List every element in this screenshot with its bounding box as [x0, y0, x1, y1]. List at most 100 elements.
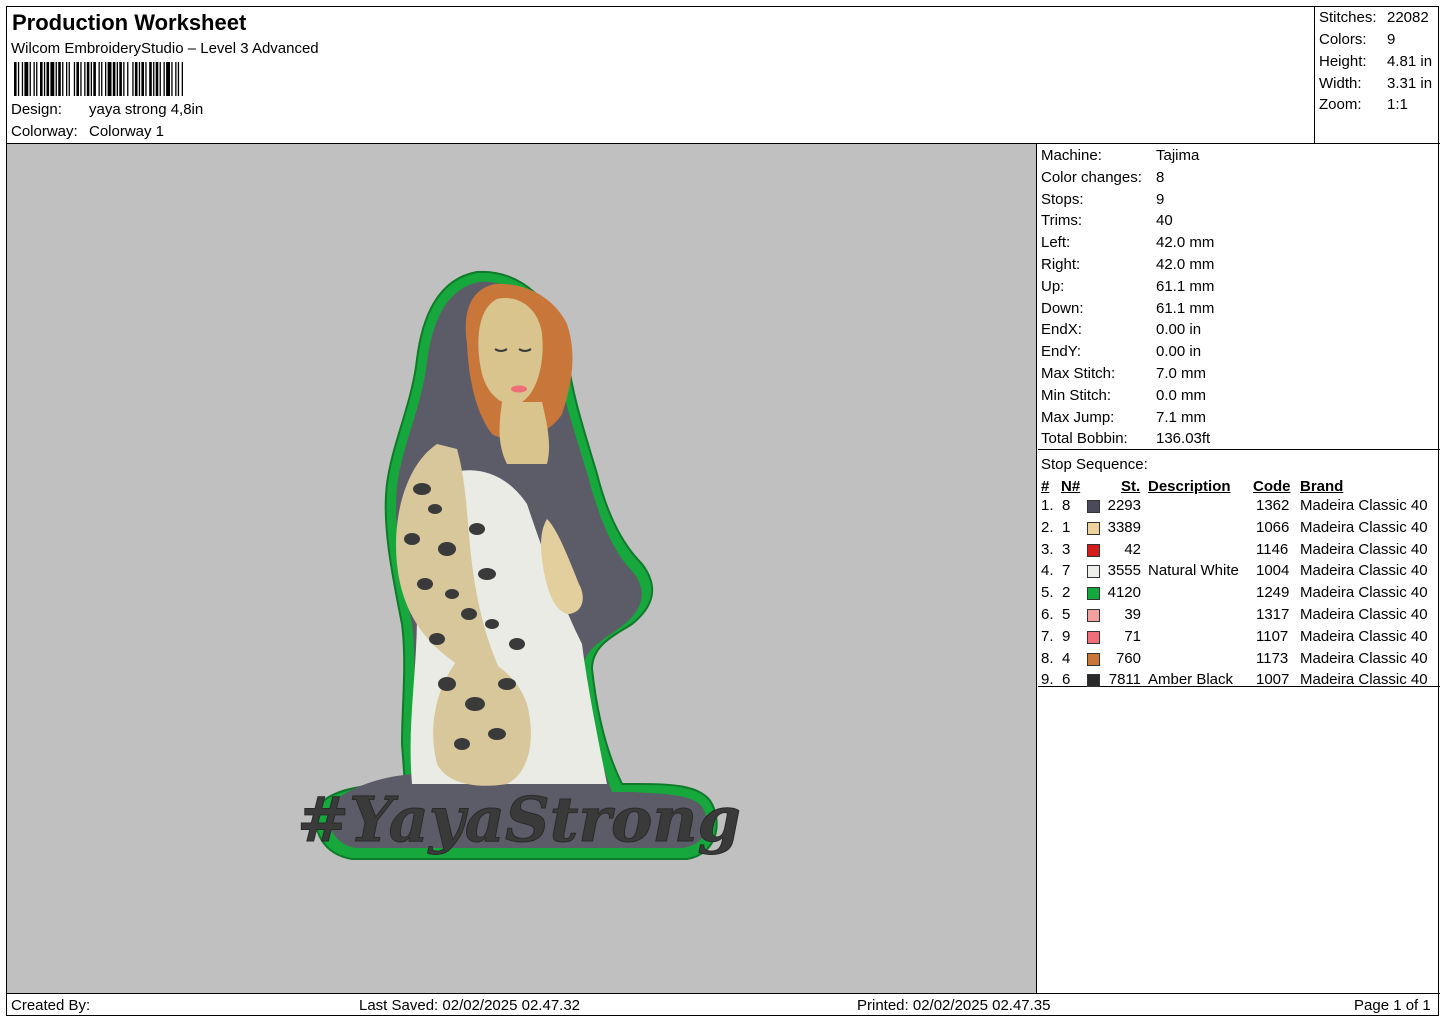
- stitch-count: 760: [1115, 649, 1141, 667]
- leopard-spot: [417, 578, 433, 590]
- stitch-count: 39: [1124, 606, 1141, 623]
- machine-info-value: 0.00 in: [1156, 343, 1202, 361]
- last-saved: Last Saved: 02/02/2025 02.47.32: [359, 997, 581, 1014]
- needle-num: 7: [1062, 562, 1071, 580]
- barcode-bar: [101, 62, 103, 96]
- leopard-spot: [404, 533, 420, 545]
- color-swatch: [1087, 587, 1100, 601]
- stitch-count: 3389: [1107, 518, 1141, 536]
- barcode-bar: [141, 62, 144, 96]
- stitch-count: 2293: [1107, 497, 1141, 514]
- machine-info-value: 7.1 mm: [1156, 408, 1207, 426]
- machine-info-label: Color changes:: [1041, 168, 1142, 186]
- needle-num: 8: [1062, 497, 1071, 514]
- machine-info-value: Tajima: [1156, 147, 1200, 164]
- barcode-bar: [105, 62, 107, 96]
- stat-value: 1:1: [1387, 96, 1408, 113]
- barcode-bar: [138, 62, 141, 96]
- stat-value: 22082: [1387, 9, 1429, 26]
- thread-code: 1066: [1256, 518, 1290, 536]
- thread-code: 1107: [1256, 627, 1289, 645]
- stop-num: 4.: [1041, 562, 1054, 580]
- leopard-spot: [478, 568, 496, 580]
- machine-info-value: 136.03ft: [1156, 430, 1211, 448]
- barcode-bar: [119, 62, 122, 96]
- thread-brand: Madeira Classic 40: [1300, 584, 1428, 602]
- stitch-count: 3555: [1107, 562, 1141, 580]
- barcode-bar: [62, 62, 64, 96]
- page-number: Page 1 of 1: [1354, 997, 1431, 1014]
- machine-info-label: Up:: [1041, 277, 1065, 295]
- barcode-bar: [127, 62, 129, 96]
- machine-info-label: Total Bobbin:: [1041, 430, 1128, 448]
- barcode-bar: [21, 62, 24, 96]
- needle-num: 6: [1062, 671, 1071, 689]
- stop-num: 2.: [1041, 518, 1054, 536]
- color-swatch: [1087, 543, 1100, 557]
- stop-num: 3.: [1041, 540, 1054, 558]
- stat-zoom: Zoom: 1:1: [1319, 96, 1408, 113]
- machine-info-label: Right:: [1041, 256, 1081, 273]
- printed-date: Printed: 02/02/2025 02.47.35: [857, 997, 1051, 1014]
- stop-num: 6.: [1041, 606, 1054, 623]
- worksheet-footer: Created By: Last Saved: 02/02/2025 02.47…: [7, 993, 1440, 1016]
- barcode-bar: [112, 62, 116, 96]
- barcode-bar: [175, 62, 177, 96]
- barcode-bar: [29, 62, 31, 96]
- barcode: [14, 62, 183, 96]
- barcode-bar: [50, 62, 55, 96]
- barcode-bar: [134, 62, 138, 96]
- barcode-bar: [98, 62, 100, 96]
- color-swatch: [1087, 609, 1100, 622]
- design-value: yaya strong 4,8in: [89, 101, 204, 118]
- machine-info-label: Min Stitch:: [1041, 386, 1112, 404]
- leopard-spot: [428, 504, 442, 514]
- barcode-bar: [46, 62, 50, 96]
- col-header-code: Code: [1253, 478, 1291, 495]
- barcode-bar: [116, 62, 118, 96]
- barcode-bar: [145, 62, 147, 96]
- machine-info-label: EndY:: [1041, 343, 1082, 361]
- thread-code: 1173: [1256, 649, 1289, 667]
- barcode-bar: [132, 62, 134, 96]
- machine-info-label: Max Jump:: [1041, 408, 1115, 426]
- thread-code: 1007: [1256, 671, 1290, 689]
- barcode-bar: [123, 62, 125, 96]
- machine-info-value: 61.1 mm: [1156, 277, 1215, 295]
- thread-brand: Madeira Classic 40: [1300, 562, 1428, 580]
- leopard-spot: [429, 633, 445, 645]
- col-header-st: St.: [1121, 478, 1141, 495]
- thread-brand: Madeira Classic 40: [1300, 627, 1428, 645]
- col-header-num: #: [1041, 478, 1050, 495]
- needle-num: 9: [1062, 627, 1071, 645]
- stop-num: 8.: [1041, 649, 1054, 667]
- stop-sequence-row: 5. 2 4120 1249 Madeira Classic 40: [1038, 584, 1440, 606]
- barcode-bar: [159, 62, 161, 96]
- stop-sequence-row: 7. 9 71 1107 Madeira Classic 40: [1038, 628, 1440, 650]
- machine-info-value: 9: [1156, 190, 1165, 208]
- machine-info-value: 40: [1156, 212, 1173, 230]
- leopard-spot: [445, 589, 459, 599]
- stop-sequence-row: 8. 4 760 1173 Madeira Classic 40: [1038, 650, 1440, 672]
- software-name: Wilcom EmbroideryStudio – Level 3 Advanc…: [11, 40, 319, 57]
- stat-value: 9: [1387, 31, 1396, 48]
- barcode-bar: [80, 62, 82, 96]
- barcode-bar: [36, 62, 38, 96]
- thread-brand: Madeira Classic 40: [1300, 649, 1428, 667]
- barcode-bar: [24, 62, 29, 96]
- barcode-bar: [66, 62, 68, 96]
- machine-info-label: Max Stitch:: [1041, 365, 1116, 382]
- thread-code: 1146: [1256, 540, 1289, 558]
- thread-brand: Madeira Classic 40: [1300, 671, 1428, 689]
- stat-height: Height: 4.81 in: [1319, 53, 1432, 70]
- stop-sequence-title: Stop Sequence:: [1041, 456, 1148, 473]
- lips-shape: [511, 385, 527, 393]
- thread-code: 1004: [1256, 562, 1290, 580]
- machine-info-value: 8: [1156, 168, 1165, 186]
- colorway-row: Colorway: Colorway 1: [11, 123, 164, 140]
- barcode-bar: [68, 62, 70, 96]
- barcode-bar: [107, 62, 112, 96]
- machine-info-value: 7.0 mm: [1156, 365, 1207, 382]
- stat-value: 3.31 in: [1387, 75, 1433, 92]
- page-title: Production Worksheet: [12, 10, 247, 35]
